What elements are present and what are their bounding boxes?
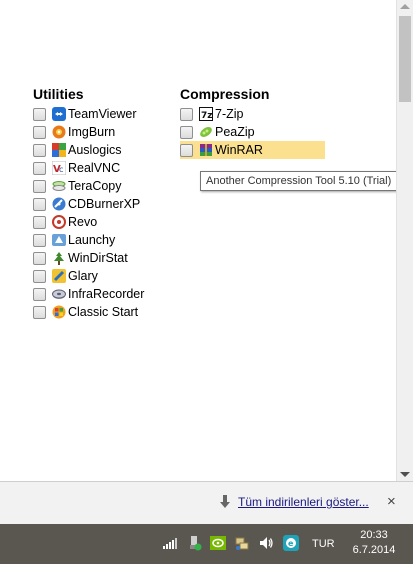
app-label: Auslogics — [68, 143, 122, 157]
cdburnerxp-icon — [52, 197, 66, 211]
utilities-heading: Utilities — [33, 86, 84, 102]
vertical-scrollbar[interactable] — [396, 0, 413, 481]
svg-text:c: c — [59, 165, 63, 174]
app-item-classic-start[interactable]: Classic Start — [33, 303, 144, 321]
close-icon[interactable]: × — [387, 493, 396, 510]
winrar-icon — [199, 143, 213, 157]
app-item-infrarecorder[interactable]: InfraRecorder — [33, 285, 144, 303]
volume-icon[interactable] — [258, 535, 274, 551]
clock-date: 6.7.2014 — [352, 544, 396, 556]
app-item-windirstat[interactable]: WinDirStat — [33, 249, 144, 267]
signal-strength-icon[interactable] — [162, 535, 178, 551]
app-item-teracopy[interactable]: TeraCopy — [33, 177, 144, 195]
app-item-realvnc[interactable]: Vc RealVNC — [33, 159, 144, 177]
language-indicator[interactable]: TUR — [312, 538, 335, 550]
scroll-down-arrow-icon[interactable] — [400, 472, 410, 477]
revo-icon — [52, 215, 66, 229]
checkbox[interactable] — [180, 107, 193, 121]
taskbar: e TUR 20:33 6.7.2014 — [0, 524, 413, 564]
checkbox[interactable] — [33, 233, 46, 247]
checkbox[interactable] — [33, 143, 46, 157]
auslogics-icon — [52, 143, 66, 157]
app-item-teamviewer[interactable]: TeamViewer — [33, 105, 144, 123]
windirstat-icon — [52, 251, 66, 265]
app-item-launchy[interactable]: Launchy — [33, 231, 144, 249]
app-item-imgburn[interactable]: ImgBurn — [33, 123, 144, 141]
clock-time: 20:33 — [360, 529, 388, 541]
show-all-downloads[interactable]: Tüm indirilenleri göster... — [218, 494, 369, 510]
checkbox[interactable] — [33, 305, 46, 319]
teracopy-icon — [52, 179, 66, 193]
svg-text:7z: 7z — [201, 111, 213, 121]
checkbox[interactable] — [33, 269, 46, 283]
utilities-column: Utilities TeamViewer ImgBurn Auslogics V… — [33, 86, 144, 321]
page-content: Utilities TeamViewer ImgBurn Auslogics V… — [0, 0, 396, 481]
app-item-cdburnerxp[interactable]: CDBurnerXP — [33, 195, 144, 213]
app-label: Glary — [68, 269, 98, 283]
app-label: Launchy — [68, 233, 116, 247]
app-item-glary[interactable]: Glary — [33, 267, 144, 285]
checkbox[interactable] — [33, 107, 46, 121]
downloads-bar: Tüm indirilenleri göster... × — [0, 481, 413, 524]
compression-heading: Compression — [180, 86, 270, 102]
safely-remove-hardware-icon[interactable] — [186, 535, 202, 551]
nvidia-icon[interactable] — [210, 535, 226, 551]
app-label: PeaZip — [215, 125, 255, 139]
app-item-peazip[interactable]: PeaZip — [180, 123, 325, 141]
clock[interactable]: 20:33 6.7.2014 — [350, 528, 398, 558]
app-label: TeamViewer — [68, 107, 137, 121]
show-all-downloads-link[interactable]: Tüm indirilenleri göster... — [238, 495, 369, 509]
app-label: Revo — [68, 215, 98, 229]
svg-text:e: e — [288, 539, 294, 548]
app-label: ImgBurn — [68, 125, 116, 139]
download-arrow-icon — [220, 495, 230, 508]
checkbox[interactable] — [33, 179, 46, 193]
network-icon[interactable] — [234, 535, 250, 551]
teamviewer-icon — [52, 107, 66, 121]
app-label: WinDirStat — [68, 251, 128, 265]
app-label: CDBurnerXP — [68, 197, 141, 211]
checkbox[interactable] — [180, 125, 193, 139]
app-label: Classic Start — [68, 305, 139, 319]
app-label: RealVNC — [68, 161, 121, 175]
scrollbar-thumb[interactable] — [399, 16, 411, 102]
checkbox[interactable] — [33, 215, 46, 229]
app-label: InfraRecorder — [68, 287, 145, 301]
eset-icon[interactable]: e — [283, 535, 299, 551]
glary-icon — [52, 269, 66, 283]
app-item-winrar[interactable]: WinRAR — [180, 141, 325, 159]
app-label: WinRAR — [215, 143, 263, 157]
imgburn-icon — [52, 125, 66, 139]
app-item-auslogics[interactable]: Auslogics — [33, 141, 144, 159]
checkbox[interactable] — [33, 125, 46, 139]
checkbox[interactable] — [33, 287, 46, 301]
infrarecorder-icon — [52, 287, 66, 301]
peazip-icon — [199, 125, 213, 139]
7zip-icon: 7z — [199, 107, 213, 121]
tooltip: Another Compression Tool 5.10 (Trial) — [200, 171, 396, 191]
app-item-7zip[interactable]: 7z 7-Zip — [180, 105, 325, 123]
app-label: TeraCopy — [68, 179, 122, 193]
checkbox[interactable] — [33, 161, 46, 175]
checkbox[interactable] — [180, 143, 193, 157]
compression-column: Compression 7z 7-Zip PeaZip WinRAR — [180, 86, 325, 159]
checkbox[interactable] — [33, 197, 46, 211]
app-item-revo[interactable]: Revo — [33, 213, 144, 231]
realvnc-icon: Vc — [52, 161, 66, 175]
scroll-up-arrow-icon[interactable] — [400, 4, 410, 9]
launchy-icon — [52, 233, 66, 247]
app-label: 7-Zip — [215, 107, 244, 121]
classic-start-icon — [52, 305, 66, 319]
checkbox[interactable] — [33, 251, 46, 265]
